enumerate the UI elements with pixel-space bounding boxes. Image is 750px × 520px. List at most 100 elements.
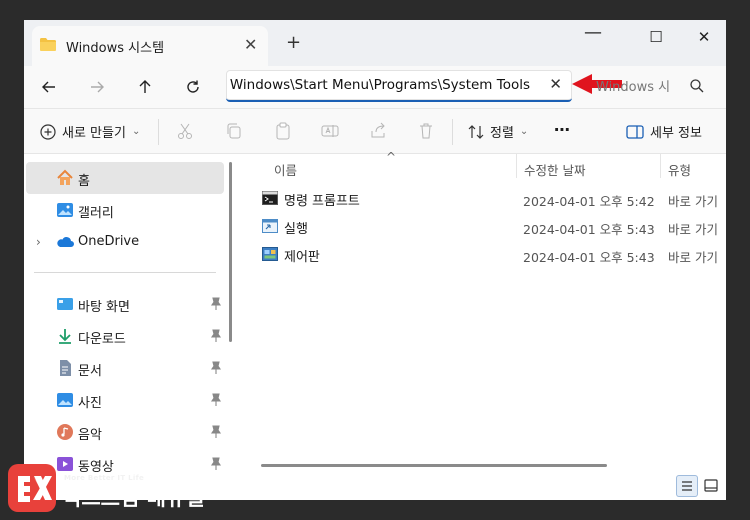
horizontal-scrollbar[interactable] (261, 464, 607, 467)
music-icon (57, 424, 73, 440)
table-row[interactable]: 실행 2024-04-01 오후 5:43 바로 가기 (244, 212, 726, 240)
close-icon[interactable]: ✕ (690, 28, 718, 46)
desktop-icon (57, 298, 73, 310)
chevron-down-icon: ⌄ (131, 126, 141, 137)
add-icon (40, 123, 56, 140)
site-logo (8, 464, 56, 512)
sidebar-item-label: 음악 (78, 428, 102, 443)
new-label: 새로 만들기 (62, 126, 126, 141)
cmd-shortcut-icon (262, 191, 278, 205)
rename-icon[interactable] (321, 122, 339, 140)
cut-icon[interactable] (176, 122, 194, 140)
control-panel-icon (262, 247, 278, 261)
more-icon: ⋯ (554, 120, 570, 139)
sidebar-item-desktop[interactable]: 바탕 화면 (26, 288, 224, 320)
pin-icon[interactable] (210, 329, 222, 343)
pin-icon[interactable] (210, 457, 222, 471)
column-divider[interactable] (660, 154, 661, 178)
file-date: 2024-04-01 오후 5:43 (523, 222, 655, 237)
delete-icon[interactable] (417, 122, 435, 140)
sidebar-item-music[interactable]: 음악 (26, 416, 224, 448)
folder-icon (40, 38, 56, 51)
file-list: ^ 이름 수정한 날짜 유형 명령 프롬프트 2024-04-01 오후 5:4… (244, 150, 726, 500)
maximize-icon[interactable]: ☐ (642, 28, 670, 46)
column-header-type[interactable]: 유형 (668, 160, 691, 179)
sidebar-item-documents[interactable]: 문서 (26, 352, 224, 384)
tiles-view-icon (704, 479, 718, 492)
divider (452, 119, 453, 145)
sidebar-item-gallery[interactable]: 갤러리 (26, 194, 224, 226)
sidebar-item-downloads[interactable]: 다운로드 (26, 320, 224, 352)
column-divider[interactable] (516, 154, 517, 178)
address-row: Windows\Start Menu\Programs\System Tools… (24, 66, 726, 108)
minimize-icon[interactable]: — (579, 22, 607, 43)
more-options-button[interactable]: ⋯ (554, 120, 570, 139)
pin-icon[interactable] (210, 361, 222, 375)
copy-icon[interactable] (225, 122, 243, 140)
sidebar-item-home[interactable]: 홈 (26, 162, 224, 194)
watermark-subtitle: More Better IT Life (64, 474, 144, 482)
details-view-button[interactable] (676, 475, 698, 497)
file-type: 바로 가기 (668, 222, 718, 237)
download-icon (59, 329, 71, 344)
address-path[interactable]: Windows\Start Menu\Programs\System Tools (230, 77, 530, 93)
tab-title: Windows 시스템 (66, 41, 165, 56)
share-icon[interactable] (369, 122, 387, 140)
tiles-view-button[interactable] (700, 475, 722, 497)
home-icon (57, 169, 73, 185)
file-date: 2024-04-01 오후 5:43 (523, 250, 655, 265)
content-area: 홈 갤러리 › OneDrive 바탕 화면 다운로드 문서 사진 음악 동영상… (24, 150, 726, 500)
search-icon[interactable] (689, 78, 705, 94)
paste-icon[interactable] (274, 122, 292, 140)
command-bar: 새로 만들기 ⌄ 정렬 ⌄ ⋯ 세부 정보 (24, 108, 726, 154)
details-label: 세부 정보 (650, 126, 702, 141)
back-icon[interactable] (34, 72, 64, 102)
onedrive-icon (57, 237, 74, 247)
table-row[interactable]: 명령 프롬프트 2024-04-01 오후 5:42 바로 가기 (244, 184, 726, 212)
forward-icon[interactable] (82, 72, 112, 102)
navigation-pane: 홈 갤러리 › OneDrive 바탕 화면 다운로드 문서 사진 음악 동영상 (24, 154, 239, 500)
run-shortcut-icon (262, 219, 278, 233)
pin-icon[interactable] (210, 393, 222, 407)
pictures-icon (57, 393, 73, 407)
pin-icon[interactable] (210, 297, 222, 311)
sort-button[interactable]: 정렬 ⌄ (468, 122, 528, 141)
gallery-icon (57, 203, 73, 217)
tab-close-icon[interactable]: ✕ (244, 35, 257, 54)
sidebar-item-label: 사진 (78, 396, 102, 411)
column-header-name[interactable]: 이름 (274, 160, 297, 179)
file-date: 2024-04-01 오후 5:42 (523, 194, 655, 209)
sidebar-item-label: 다운로드 (78, 332, 126, 347)
tab-windows-system[interactable]: Windows 시스템 ✕ (32, 26, 268, 66)
pin-icon[interactable] (210, 425, 222, 439)
logo-mark-icon (18, 476, 52, 502)
sidebar-item-label: 갤러리 (78, 206, 114, 221)
table-row[interactable]: 제어판 2024-04-01 오후 5:43 바로 가기 (244, 240, 726, 268)
list-view-icon (682, 481, 692, 491)
sidebar-item-label: 문서 (78, 364, 102, 379)
sidebar-item-pictures[interactable]: 사진 (26, 384, 224, 416)
up-icon[interactable] (130, 72, 160, 102)
details-pane-button[interactable]: 세부 정보 (626, 122, 702, 141)
sidebar-item-label: 홈 (78, 174, 90, 189)
sidebar-scrollbar[interactable] (229, 162, 232, 342)
new-tab-icon[interactable]: + (286, 32, 301, 53)
sidebar-item-label: 동영상 (78, 460, 114, 475)
videos-icon (57, 457, 73, 471)
refresh-icon[interactable] (178, 72, 208, 102)
documents-icon (60, 360, 71, 376)
clear-address-icon[interactable]: ✕ (549, 75, 562, 93)
chevron-down-icon: ⌄ (519, 126, 529, 137)
new-button[interactable]: 새로 만들기 ⌄ (40, 122, 140, 141)
column-header-modified[interactable]: 수정한 날짜 (524, 160, 585, 179)
address-bar[interactable]: Windows\Start Menu\Programs\System Tools… (226, 70, 572, 102)
file-type: 바로 가기 (668, 250, 718, 265)
sidebar-item-onedrive[interactable]: › OneDrive (26, 226, 224, 258)
file-name: 명령 프롬프트 (284, 194, 360, 209)
search-input[interactable]: Windows 시 (596, 76, 670, 95)
sidebar-item-label: 바탕 화면 (78, 300, 130, 315)
watermark-title: 익스트림 매뉴얼 (62, 486, 205, 510)
chevron-right-icon[interactable]: › (36, 235, 41, 249)
title-bar: Windows 시스템 ✕ + — ☐ ✕ (24, 20, 726, 66)
sort-ascending-icon: ^ (386, 150, 397, 164)
